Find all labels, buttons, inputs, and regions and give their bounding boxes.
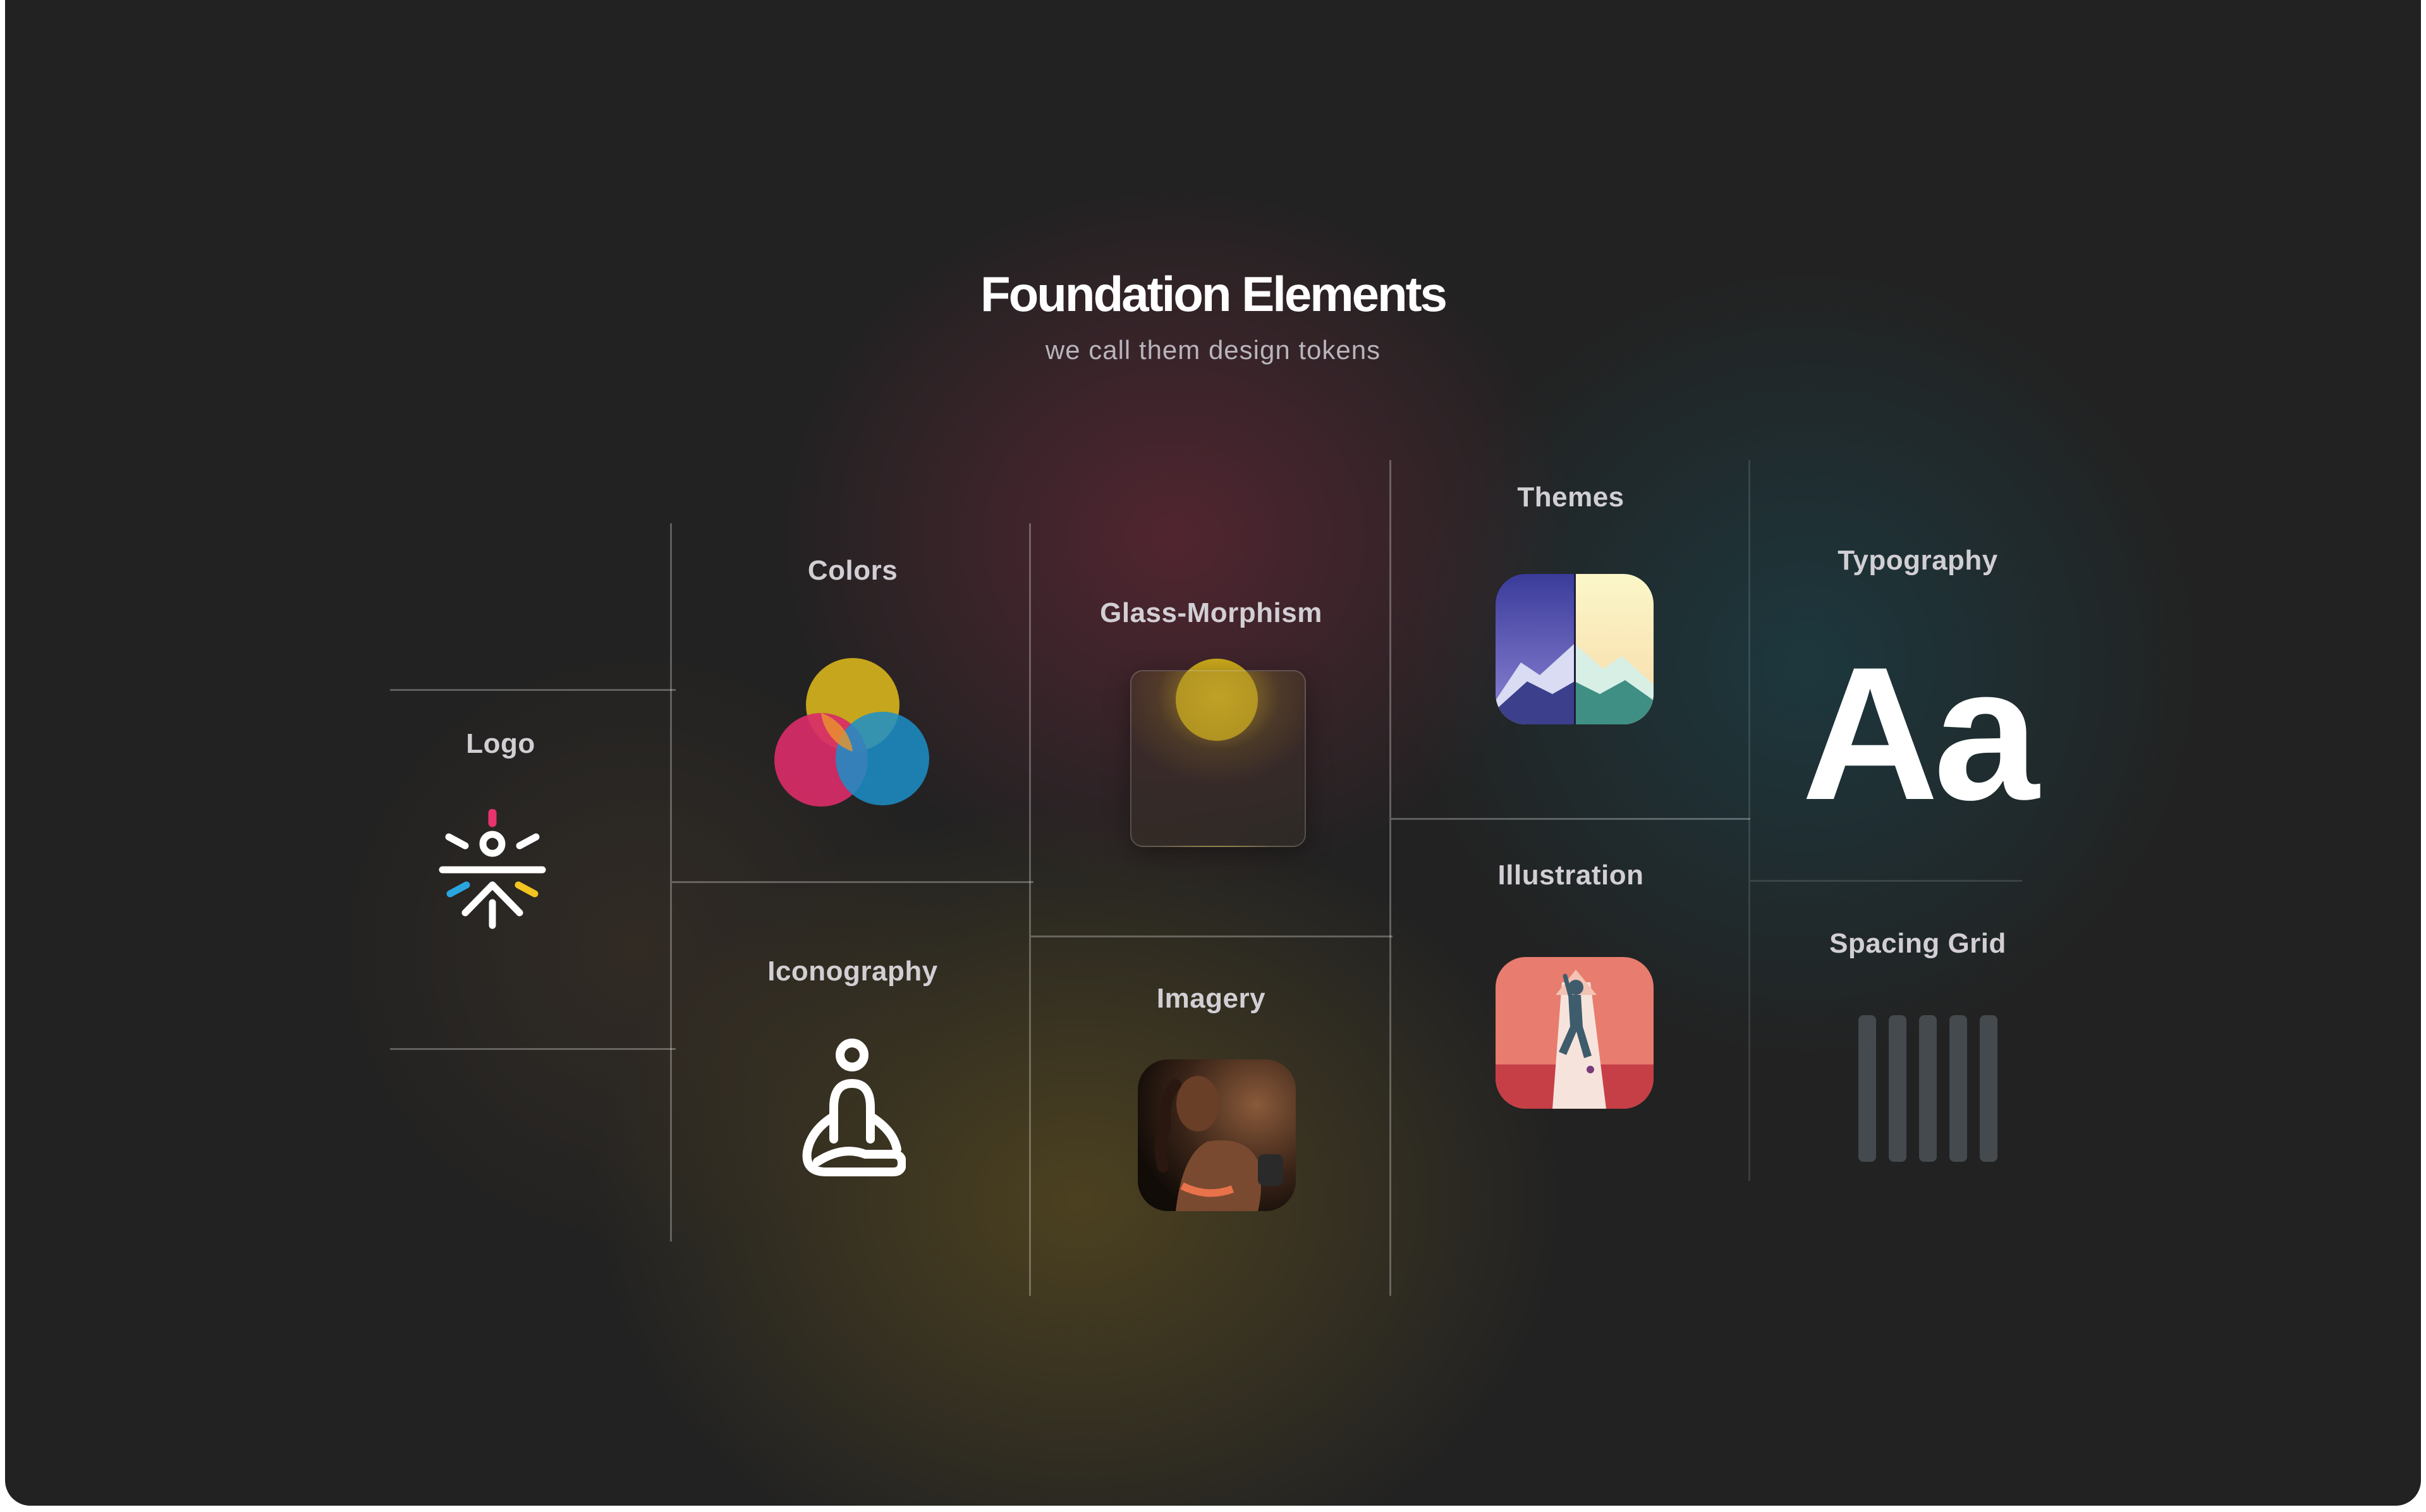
sun-person-logo-icon (439, 809, 546, 929)
imagery-photo-tile (1138, 1059, 1296, 1211)
color-swatch-circles (774, 658, 929, 807)
canvas: Foundation Elements we call them design … (5, 0, 2421, 1506)
themes-tile (1496, 574, 1654, 724)
spacing-grid-bar (1919, 1015, 1937, 1162)
divider-logo-bottom (390, 1048, 676, 1050)
page-title: Foundation Elements (980, 266, 1448, 322)
spacing-grid-bar (1980, 1015, 1997, 1162)
divider-colors-icons (672, 881, 1033, 883)
section-label-themes: Themes (1517, 482, 1624, 513)
spacing-grid-bar (1858, 1015, 1876, 1162)
glass-card (1130, 670, 1306, 847)
page-subtitle: we call them design tokens (1045, 335, 1381, 365)
section-label-colors: Colors (807, 555, 898, 586)
spacing-grid-visual (1858, 1015, 2004, 1162)
typography-sample: Aa (1801, 627, 2039, 839)
section-label-typography: Typography (1838, 545, 1998, 576)
divider-col2 (1029, 523, 1031, 1296)
divider-typography-spacing (1750, 880, 2022, 882)
divider-logo-top (390, 689, 676, 691)
spacing-grid-bar (1949, 1015, 1967, 1162)
meditation-icon (802, 1039, 906, 1176)
section-label-imagery: Imagery (1156, 983, 1266, 1014)
illustration-tile (1496, 957, 1654, 1109)
section-label-spacing-grid: Spacing Grid (1829, 928, 2006, 959)
section-label-glass-morphism: Glass-Morphism (1100, 597, 1322, 628)
divider-themes-illustration (1391, 818, 1750, 820)
section-label-illustration: Illustration (1497, 860, 1644, 891)
section-label-logo: Logo (466, 728, 535, 759)
spacing-grid-bar (1889, 1015, 1906, 1162)
section-label-iconography: Iconography (767, 956, 938, 987)
divider-glass-imagery (1031, 936, 1393, 937)
